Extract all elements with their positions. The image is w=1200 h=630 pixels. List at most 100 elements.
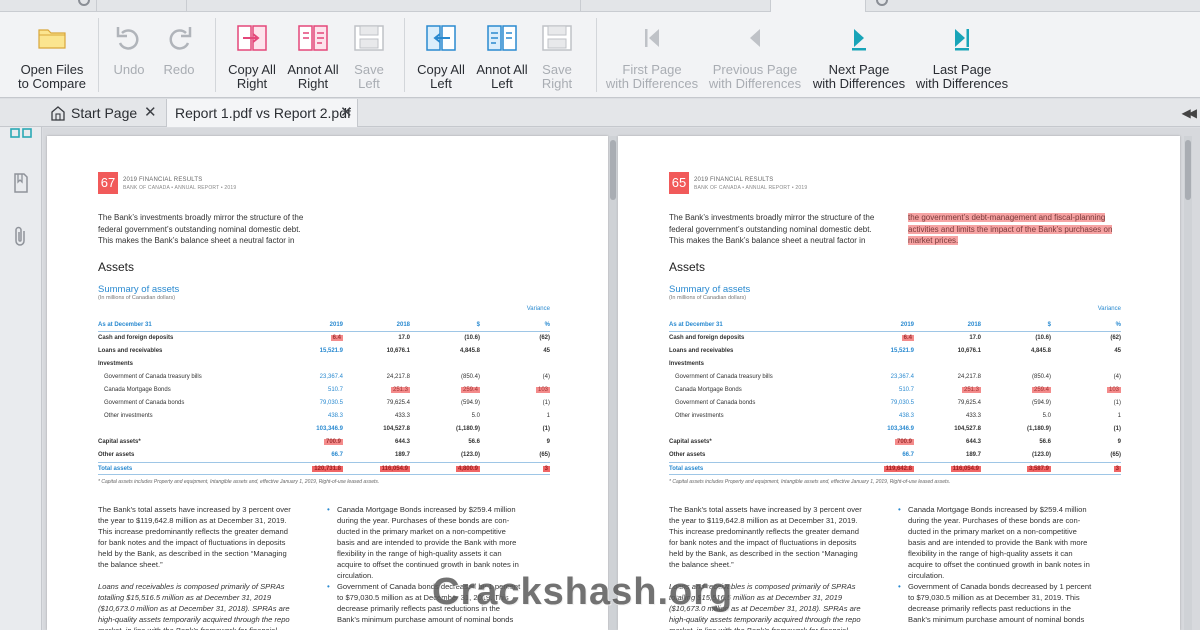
next-page-with-differences-button[interactable]: Next Page with Differences [808,12,910,98]
table-cell: (594.9) [1032,397,1051,410]
cell-value: 4,845.8 [1030,348,1051,354]
save-right-button[interactable]: Save Right [532,12,582,98]
tab-start-page[interactable]: Start Page ✕ [44,99,166,127]
table-cell: 103,346.9 [887,423,914,436]
table-cell: (1) [1114,423,1121,436]
redo-button[interactable]: Redo [156,12,202,98]
attachment-icon[interactable] [9,225,33,249]
text-line: ($10,673.0 million as at December 31, 20… [98,604,290,613]
table-row: Government of Canada bonds 79,030.5 79,625… [98,397,550,410]
cell-value: 259.4 [1031,387,1051,393]
cell-value: 103,346.9 [316,426,343,432]
scrollbar-thumb[interactable] [610,140,616,200]
column-header: $ [1047,322,1051,328]
previous-page-with-differences-button[interactable]: Previous Page with Differences [702,12,808,98]
table-cell: 251.3 [390,384,410,397]
bookmark-icon[interactable] [9,171,33,195]
column-header: As at December 31 [98,322,152,328]
table-cell: 3,587.9 [1026,463,1051,476]
table-cell: Government of Canada treasury bills [675,371,773,384]
table-title: Summary of assets [669,284,751,295]
undo-button[interactable]: Undo [106,12,152,98]
table-cell: 9 [1118,436,1121,449]
cell-value: 66.7 [331,452,343,458]
table-row: Government of Canada treasury bills 23,36… [98,371,550,384]
cell-value: (62) [1110,335,1121,341]
table-cell: Cash and foreign deposits [98,332,173,345]
table-cell: 259.4 [460,384,480,397]
right-scrollbar[interactable] [1184,136,1192,630]
table-cell: Investments [98,358,133,371]
redo-icon [169,27,192,50]
copy-all-right-icon [237,25,267,51]
cell-value: 56.6 [1039,439,1051,445]
cell-value: (123.0) [460,452,480,458]
copy-all-left-button[interactable]: Copy All Left [410,12,472,98]
tab-indicator-icon [78,0,90,6]
right-document-page[interactable]: 65 2019 FINANCIAL RESULTS BANK OF CANADA… [618,136,1180,630]
tab-report-compare[interactable]: Report 1.pdf vs Report 2.pdf ✕ [166,99,358,127]
cell-value: Total assets [98,466,133,472]
text-line: high-quality assets temporarily acquired… [98,615,290,624]
undo-icon [116,27,139,50]
cell-value: 17.0 [969,335,981,341]
scrollbar-thumb[interactable] [1185,140,1191,200]
bullet-icon: • [327,582,330,591]
body-column-right: Canada Mortgage Bonds increased by $259.… [898,504,1092,625]
table-cell: 24,217.8 [958,371,981,384]
cell-value: Government of Canada bonds [104,400,185,406]
window-tab[interactable] [580,0,770,12]
table-row: 103,346.9 104,527.8 (1,180.9) (1) [98,423,550,436]
first-page-with-differences-button[interactable]: First Page with Differences [603,12,701,98]
text-line: market, in line with the Bank’s framewor… [669,625,862,630]
text-line: the year to $119,642.8 million as at Dec… [98,516,287,525]
cell-value: (10.6) [1035,335,1051,341]
table-cell: (594.9) [461,397,480,410]
button-label: Last Page with Differences [915,62,1009,91]
window-tab-compare[interactable] [770,0,866,12]
text-line: Canada Mortgage Bonds increased by $259.… [908,505,1087,514]
window-tab[interactable] [186,0,306,12]
table-cell: 433.3 [395,410,410,423]
close-icon[interactable]: ✕ [144,99,157,127]
cell-value: 56.6 [468,439,480,445]
cell-value: 251.3 [961,387,981,393]
table-cell: 644.3 [966,436,981,449]
table-cell: 1 [547,410,550,423]
last-page-with-differences-button[interactable]: Last Page with Differences [912,12,1012,98]
table-row: Other assets 66.7 189.7 (123.0) (65) [98,449,550,462]
cell-value: 433.3 [394,413,410,419]
button-label: Next Page with Differences [812,62,906,91]
page-number-badge: 67 [98,172,118,194]
button-label: Redo [163,62,195,77]
left-scrollbar[interactable] [609,136,617,630]
close-icon[interactable]: ✕ [340,99,353,127]
table-cell: (4) [543,371,550,384]
cell-value: (4) [542,374,550,380]
table-title: Summary of assets [98,284,180,295]
text-line: high-quality assets temporarily acquired… [669,615,861,624]
table-cell: 79,625.4 [958,397,981,410]
collapse-panel-icon[interactable]: ◀◀ [1182,99,1198,127]
open-files-button[interactable]: Open Files to Compare [8,12,96,98]
annot-all-left-button[interactable]: Annot All Left [472,12,532,98]
table-cell: (65) [1110,449,1121,462]
cell-value: 4,845.8 [459,348,480,354]
text-line: Government of Canada bonds decreased by … [908,582,1092,591]
cell-value: Investments [98,361,134,367]
button-label: Copy All Left [417,62,465,91]
save-left-button[interactable]: Save Left [344,12,394,98]
cell-value: 79,625.4 [957,400,981,406]
table-cell: 3 [542,463,550,476]
left-document-page[interactable]: 67 2019 FINANCIAL RESULTS BANK OF CANADA… [47,136,608,630]
annot-all-right-button[interactable]: Annot All Right [283,12,343,98]
column-header: 2018 [396,322,410,328]
copy-all-right-button[interactable]: Copy All Right [222,12,282,98]
text-line: basis and are intended to provide the Ba… [337,538,517,547]
table-row: Investments [98,358,550,371]
table-cell: Other assets [98,449,134,462]
cell-value: Other investments [104,413,153,419]
window-tab[interactable] [96,0,186,12]
button-label: Copy All Right [228,62,276,91]
cell-value: Loans and receivables [669,348,734,354]
